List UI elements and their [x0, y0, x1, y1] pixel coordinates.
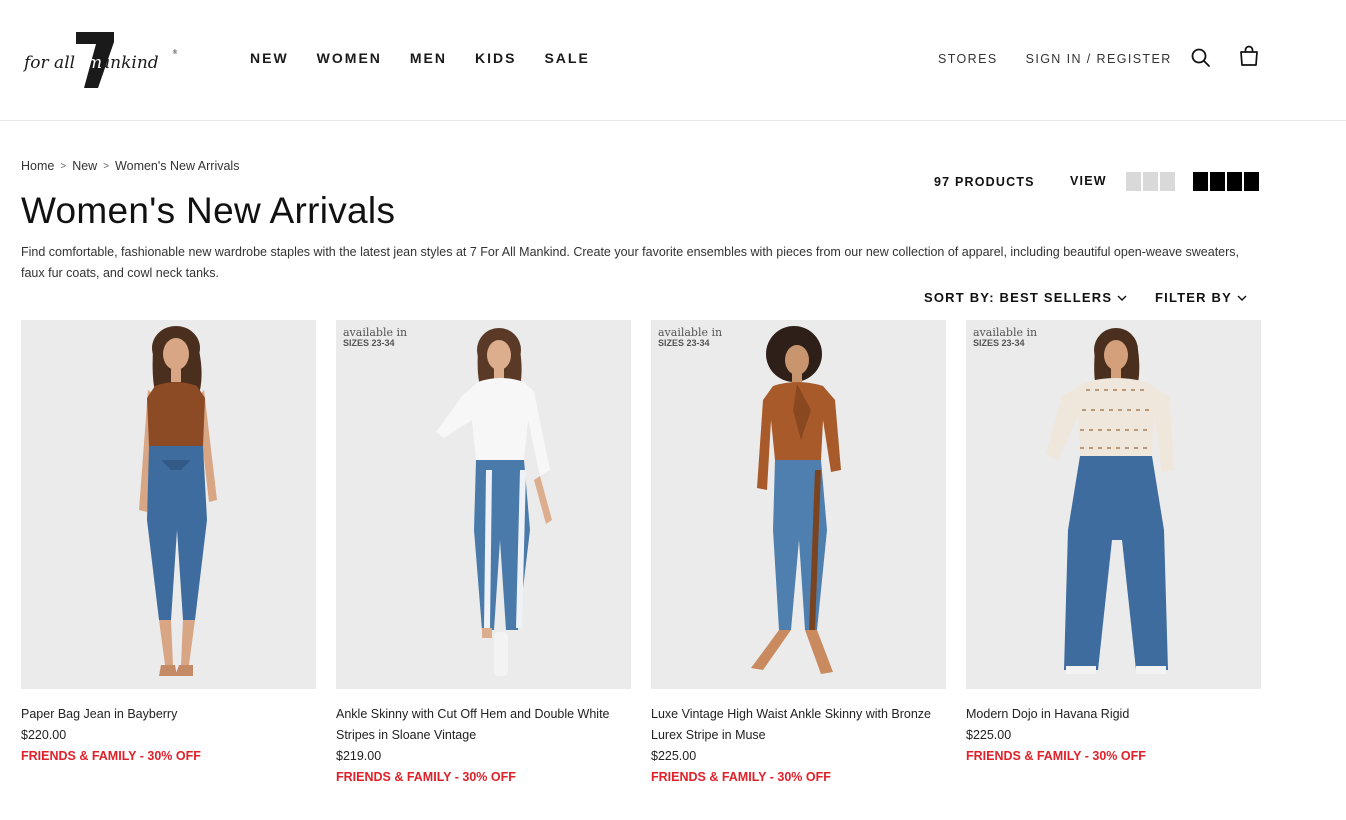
- product-name[interactable]: Ankle Skinny with Cut Off Hem and Double…: [336, 704, 631, 746]
- chevron-down-icon: [1237, 295, 1247, 301]
- grid-column-icon: [1244, 172, 1259, 191]
- utility-nav: STORES SIGN IN / REGISTER: [938, 52, 1200, 66]
- grid-column-icon: [1160, 172, 1175, 191]
- grid-column-icon: [1126, 172, 1141, 191]
- brand-logo[interactable]: for all m ankind ®: [22, 28, 182, 92]
- breadcrumb-new[interactable]: New: [72, 159, 97, 173]
- model-photo: [139, 326, 217, 676]
- product-image[interactable]: available in SIZES 23-34: [651, 320, 946, 689]
- product-name[interactable]: Paper Bag Jean in Bayberry: [21, 704, 316, 725]
- product-image[interactable]: available in SIZES 23-34: [336, 320, 631, 689]
- sort-dropdown[interactable]: SORT BY: BEST SELLERS: [924, 290, 1127, 305]
- svg-text:ankind: ankind: [100, 53, 159, 73]
- chevron-down-icon: [1117, 295, 1127, 301]
- product-count: 97 PRODUCTS: [934, 175, 1035, 189]
- grid-column-icon: [1193, 172, 1208, 191]
- breadcrumb-separator: >: [60, 160, 67, 172]
- nav-kids[interactable]: KIDS: [475, 50, 516, 66]
- product-name[interactable]: Modern Dojo in Havana Rigid: [966, 704, 1261, 725]
- product-grid: Paper Bag Jean in Bayberry $220.00 FRIEN…: [21, 320, 1261, 788]
- page-description: Find comfortable, fashionable new wardro…: [21, 245, 1239, 280]
- logo-mark-icon: for all m ankind ®: [22, 32, 178, 88]
- product-promo: FRIENDS & FAMILY - 30% OFF: [336, 770, 516, 784]
- page-title: Women's New Arrivals: [21, 190, 396, 231]
- main-nav: NEW WOMEN MEN KIDS SALE: [250, 50, 618, 66]
- product-image[interactable]: available in SIZES 23-34: [966, 320, 1261, 689]
- product-price: $225.00: [651, 749, 697, 763]
- view-label: VIEW: [1070, 174, 1107, 188]
- model-photo: [1046, 328, 1174, 674]
- product-name[interactable]: Luxe Vintage High Waist Ankle Skinny wit…: [651, 704, 946, 746]
- nav-sale[interactable]: SALE: [544, 50, 589, 66]
- product-card: available in SIZES 23-34 Ankle Skinny wi…: [336, 320, 631, 788]
- nav-women[interactable]: WOMEN: [317, 50, 382, 66]
- breadcrumb-home[interactable]: Home: [21, 159, 54, 173]
- product-promo: FRIENDS & FAMILY - 30% OFF: [651, 770, 831, 784]
- model-photo: [751, 326, 841, 674]
- grid-column-icon: [1227, 172, 1242, 191]
- site-header: for all m ankind ® NEW WOMEN MEN KIDS SA…: [0, 0, 1346, 121]
- product-price: $225.00: [966, 728, 1012, 742]
- filter-dropdown[interactable]: FILTER BY: [1155, 290, 1247, 305]
- svg-text:®: ®: [172, 49, 178, 56]
- sort-label: SORT BY: BEST SELLERS: [924, 290, 1113, 305]
- view-3-columns-button[interactable]: [1126, 172, 1177, 191]
- product-price: $219.00: [336, 749, 382, 763]
- product-promo: FRIENDS & FAMILY - 30% OFF: [966, 749, 1146, 763]
- product-card: available in SIZES 23-34 Luxe Vintage Hi…: [651, 320, 946, 788]
- nav-men[interactable]: MEN: [410, 50, 447, 66]
- product-image[interactable]: [21, 320, 316, 689]
- sign-in-register-link[interactable]: SIGN IN / REGISTER: [1026, 52, 1172, 66]
- svg-text:for all: for all: [22, 53, 75, 73]
- breadcrumb: Home > New > Women's New Arrivals: [21, 159, 239, 173]
- stores-link[interactable]: STORES: [938, 52, 998, 66]
- breadcrumb-current: Women's New Arrivals: [115, 159, 240, 173]
- product-promo: FRIENDS & FAMILY - 30% OFF: [21, 749, 201, 763]
- model-photo: [436, 328, 552, 676]
- product-card: Paper Bag Jean in Bayberry $220.00 FRIEN…: [21, 320, 316, 788]
- filter-label: FILTER BY: [1155, 290, 1232, 305]
- grid-column-icon: [1210, 172, 1225, 191]
- shopping-bag-icon[interactable]: [1237, 44, 1261, 68]
- nav-new[interactable]: NEW: [250, 50, 289, 66]
- grid-column-icon: [1143, 172, 1158, 191]
- product-card: available in SIZES 23-34 Modern Dojo in …: [966, 320, 1261, 788]
- search-icon[interactable]: [1189, 46, 1213, 70]
- view-4-columns-button[interactable]: [1193, 172, 1261, 191]
- product-price: $220.00: [21, 728, 67, 742]
- breadcrumb-separator: >: [103, 160, 110, 172]
